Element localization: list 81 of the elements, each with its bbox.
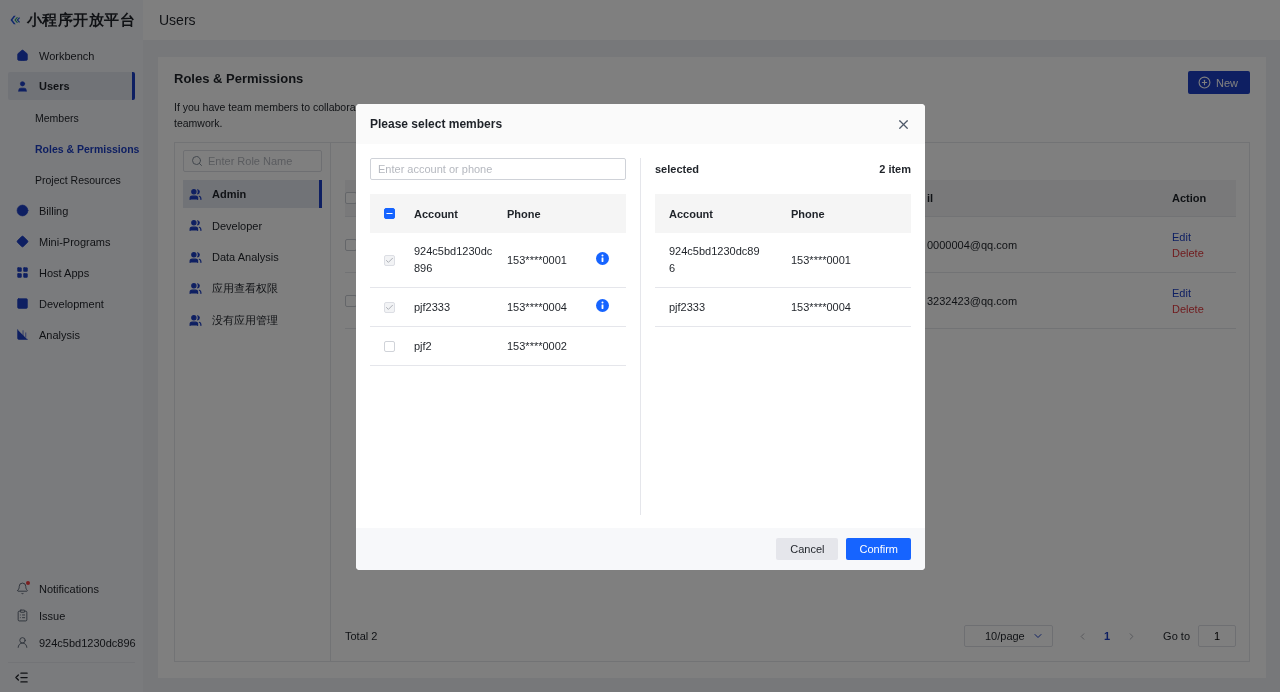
dialog-title: Please select members [370, 117, 503, 131]
bell-icon [16, 582, 29, 595]
description-text: teamwork. [174, 116, 223, 131]
user-icon [16, 79, 29, 93]
email-cell-text: 3232423@qq.com [926, 294, 1019, 307]
phone-cell-text: 153****0001 [791, 252, 852, 268]
cancel-button[interactable]: Cancel [776, 538, 839, 560]
nav-item[interactable]: Users [8, 72, 135, 100]
selected-label: selected [655, 163, 700, 175]
users-icon [189, 219, 202, 232]
check-icon [385, 302, 394, 312]
account-cell-text: 924c5bd1230dc896 [414, 244, 494, 276]
delete-link[interactable]: Delete [1172, 302, 1204, 315]
phone-cell-text: 153****0004 [791, 299, 852, 315]
info-icon [596, 299, 609, 312]
section-title: Roles & Permissions [174, 71, 304, 85]
phone-cell-text: 153****0002 [507, 338, 568, 354]
brand-name: 小程序开放平台 [26, 10, 135, 30]
nav-item[interactable]: Host Apps [8, 257, 135, 288]
users-icon [189, 187, 202, 201]
column-header: Phone [507, 207, 542, 220]
users-icon [189, 313, 202, 327]
column-header: Action [1171, 192, 1208, 204]
home-icon [16, 49, 29, 62]
phone-cell-text: 153****0001 [507, 252, 568, 268]
phone-cell-text: 153****0004 [507, 299, 568, 315]
role-item[interactable]: 没有应用管理 [183, 306, 322, 334]
description-text: If you have team members to collabora [174, 100, 356, 115]
nav-item[interactable]: 924c5bd1230dc896 [8, 629, 135, 656]
role-item[interactable]: Developer [183, 211, 322, 240]
nav-item[interactable]: Billing [8, 195, 135, 226]
new-button[interactable]: New [1188, 71, 1250, 94]
checkbox[interactable] [345, 238, 357, 251]
goto-label: Go to [1163, 630, 1190, 642]
email-cell-text: 0000004@qq.com [926, 238, 1019, 251]
collapse-menu-icon[interactable] [14, 670, 29, 685]
edit-link[interactable]: Edit [1172, 286, 1191, 299]
confirm-button[interactable]: Confirm [846, 538, 911, 560]
checkbox[interactable] [345, 294, 357, 307]
column-header: Account [669, 207, 714, 220]
nav-subitem[interactable]: Members [8, 102, 143, 133]
grid-icon [16, 266, 29, 279]
account-cell-text: pjf2333 [669, 299, 707, 315]
search-icon [191, 155, 203, 167]
nav-item[interactable]: Notifications [8, 575, 135, 602]
checkbox[interactable] [345, 192, 357, 204]
nav-item[interactable]: Workbench [8, 40, 135, 71]
nav-subitem[interactable]: Roles & Permissions [8, 133, 143, 164]
account-cell-text: 924c5bd1230dc896 [669, 244, 761, 276]
nav-item[interactable]: Issue [8, 602, 135, 629]
search-field[interactable]: Enter account or phone [370, 158, 626, 180]
nav-item[interactable]: Mini-Programs [8, 226, 135, 257]
info-icon [596, 252, 609, 265]
edit-link[interactable]: Edit [1172, 230, 1191, 243]
account-cell-text: pjf2 [414, 338, 433, 354]
page-number[interactable]: 1 [1099, 630, 1115, 642]
select-all-checkbox[interactable] [384, 208, 395, 219]
total-count: Total 2 [345, 630, 378, 642]
plus-icon [1198, 76, 1211, 89]
diamond-icon [16, 235, 29, 248]
delete-link[interactable]: Delete [1172, 246, 1204, 259]
clipboard-icon [16, 609, 29, 622]
column-header: Account [414, 207, 459, 220]
users-icon [189, 250, 202, 264]
account-cell-text: pjf2333 [414, 299, 452, 315]
selected-count: 2 item [879, 163, 911, 175]
role-item[interactable]: Data Analysis [183, 243, 322, 271]
checkbox[interactable] [384, 340, 395, 352]
nav-item[interactable]: Development [8, 288, 135, 319]
page-title: Users [159, 12, 196, 28]
column-header: Phone [791, 207, 826, 220]
nav-subitem[interactable]: Project Resources [8, 164, 143, 195]
role-item[interactable]: Admin [183, 180, 322, 208]
page-size-select[interactable]: 10/page [963, 625, 1053, 647]
nav-item[interactable]: Analysis [8, 319, 135, 350]
goto-field[interactable]: 1 [1198, 625, 1236, 647]
user-icon [16, 636, 29, 649]
column-header: il [926, 192, 935, 204]
users-icon [189, 282, 202, 295]
role-item[interactable]: 应用查看权限 [183, 274, 322, 303]
check-icon [385, 255, 394, 265]
